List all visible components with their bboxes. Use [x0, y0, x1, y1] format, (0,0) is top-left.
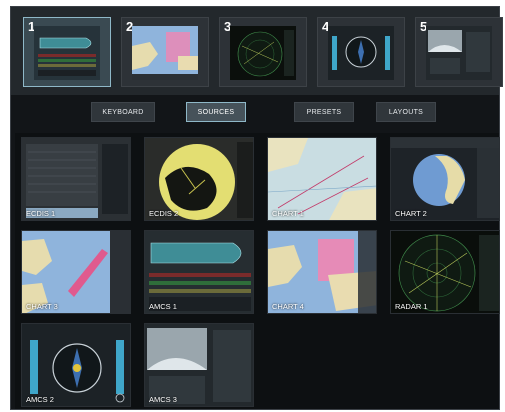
source-label: RADAR 1: [395, 302, 428, 311]
display-1-button[interactable]: 1: [23, 17, 111, 87]
camera-thumbnail: [426, 26, 492, 80]
source-label: CHART 1: [272, 209, 304, 218]
compass-thumbnail: [328, 26, 394, 80]
source-tile-chart-1[interactable]: CHART 1: [267, 137, 377, 221]
tab-keyboard[interactable]: KEYBOARD: [91, 102, 155, 122]
radar-thumbnail: [230, 26, 296, 80]
ship-overview-thumbnail: [34, 26, 100, 80]
source-label: ECDIS 2: [149, 209, 179, 218]
display-3-button[interactable]: 3: [219, 17, 307, 87]
tab-layouts[interactable]: LAYOUTS: [376, 102, 436, 122]
display-5-button[interactable]: 5: [415, 17, 503, 87]
display-4-button[interactable]: 4: [317, 17, 405, 87]
source-label: AMCS 3: [149, 395, 177, 404]
display-2-button[interactable]: 2: [121, 17, 209, 87]
video-switch-panel: 1 2 3 4 5 KEYBOARD SOURCES PRESETS LAYOU…: [10, 6, 503, 410]
source-tile-chart-2[interactable]: CHART 2: [390, 137, 500, 221]
source-label: CHART 2: [395, 209, 427, 218]
tab-presets[interactable]: PRESETS: [294, 102, 354, 122]
source-tile-radar-1[interactable]: RADAR 1: [390, 230, 500, 314]
sources-grid: ECDIS 1 ECDIS 2 CHART 1 CHART 2 CHART 3 …: [15, 133, 500, 409]
source-label: AMCS 2: [26, 395, 54, 404]
source-label: AMCS 1: [149, 302, 177, 311]
source-tile-chart-4[interactable]: CHART 4: [267, 230, 377, 314]
source-tile-amcs-1[interactable]: AMCS 1: [144, 230, 254, 314]
source-label: CHART 4: [272, 302, 304, 311]
source-tile-chart-3[interactable]: CHART 3: [21, 230, 131, 314]
tab-sources[interactable]: SOURCES: [186, 102, 246, 122]
display-strip: 1 2 3 4 5: [11, 7, 503, 95]
source-tile-ecdis-2[interactable]: ECDIS 2: [144, 137, 254, 221]
source-tile-amcs-2[interactable]: AMCS 2: [21, 323, 131, 407]
source-tile-ecdis-1[interactable]: ECDIS 1: [21, 137, 131, 221]
source-label: CHART 3: [26, 302, 58, 311]
chart-thumbnail: [132, 26, 198, 80]
source-label: ECDIS 1: [26, 209, 56, 218]
source-tile-amcs-3[interactable]: AMCS 3: [144, 323, 254, 407]
